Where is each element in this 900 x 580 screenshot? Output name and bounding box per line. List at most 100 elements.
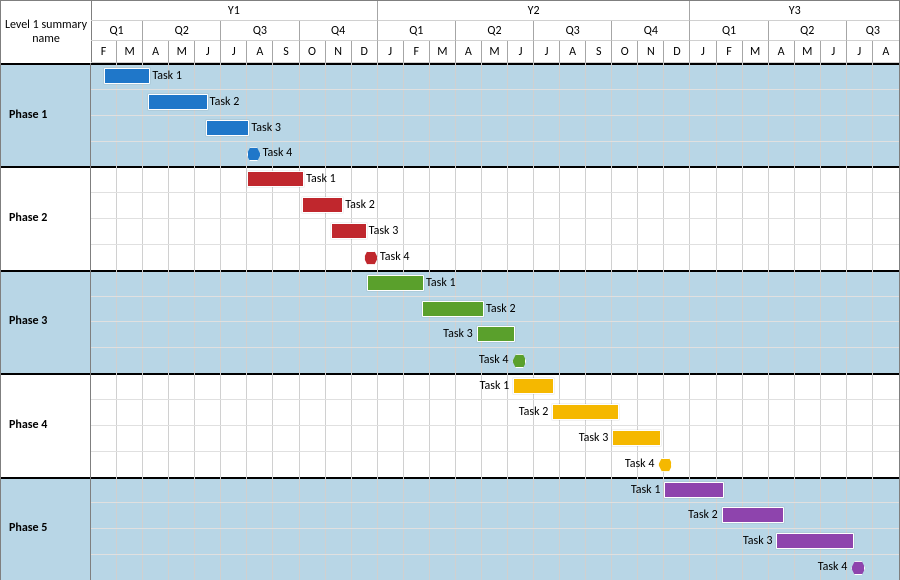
month-cell: J: [821, 41, 847, 63]
task-row: Task 4: [91, 347, 899, 373]
task-bar: [422, 301, 484, 317]
year-cell: Y3: [690, 1, 899, 21]
task-label: Task 3: [251, 121, 281, 135]
task-row: Task 2: [91, 399, 899, 425]
task-label: Task 3: [369, 224, 399, 238]
task-label: Task 2: [519, 405, 549, 419]
year-cell: Y2: [378, 1, 691, 21]
month-cell: M: [482, 41, 508, 63]
task-bar: [206, 120, 250, 136]
phase-label: Phase 3: [1, 270, 91, 373]
month-cell: A: [143, 41, 169, 63]
month-cell: J: [378, 41, 404, 63]
month-cell: S: [586, 41, 612, 63]
month-cell: N: [638, 41, 664, 63]
month-cell: D: [664, 41, 690, 63]
month-cell: M: [743, 41, 769, 63]
task-row: Task 1: [91, 166, 899, 192]
month-cell: J: [508, 41, 534, 63]
phase-row: Phase 1Task 1Task 2Task 3Task 4: [1, 63, 899, 166]
phase-strip: Task 1Task 2Task 3Task 4: [91, 63, 899, 166]
quarter-cell: Q3: [847, 21, 899, 41]
task-row: Task 1: [91, 63, 899, 89]
timeline-header: Y1Y2Y3 Q1Q2Q3Q4Q1Q2Q3Q4Q1Q2Q3 FMAMJJASON…: [91, 1, 899, 64]
quarter-cell: Q3: [221, 21, 299, 41]
quarter-cell: Q4: [300, 21, 378, 41]
task-label: Task 4: [625, 457, 655, 471]
task-row: Task 1: [91, 477, 899, 503]
quarter-cell: Q4: [612, 21, 690, 41]
task-row: Task 3: [91, 115, 899, 141]
phase-row: Phase 3 Task 1 Task 2 Task 3 Task 4: [1, 270, 899, 373]
phase-strip: Task 1 Task 2 Task 3 Task 4: [91, 270, 899, 373]
task-bar: [612, 430, 661, 446]
task-bar: [367, 275, 424, 291]
month-cell: A: [456, 41, 482, 63]
task-bar: [148, 94, 207, 110]
task-bar: [331, 223, 367, 239]
month-cell: A: [873, 41, 899, 63]
task-label: Task 3: [443, 327, 473, 341]
month-cell: J: [195, 41, 221, 63]
phase-label: Phase 2: [1, 166, 91, 269]
month-cell: A: [560, 41, 586, 63]
task-label: Task 4: [479, 353, 509, 367]
month-cell: J: [847, 41, 873, 63]
task-row: Task 2: [91, 192, 899, 218]
task-row: Task 4: [91, 451, 899, 477]
phase-row: Phase 5Task 1Task 2Task 3Task 4: [1, 477, 899, 580]
task-label: Task 4: [380, 250, 410, 264]
task-bar: [247, 171, 304, 187]
phase-strip: Task 1Task 2Task 3Task 4: [91, 373, 899, 476]
task-label: Task 1: [426, 276, 456, 290]
month-cell: D: [352, 41, 378, 63]
task-bar: [513, 378, 554, 394]
task-label: Task 2: [210, 95, 240, 109]
phase-row: Phase 4Task 1Task 2Task 3Task 4: [1, 373, 899, 476]
task-label: Task 2: [688, 508, 718, 522]
task-bar: [664, 482, 723, 498]
quarter-cell: Q1: [690, 21, 768, 41]
task-bar: [552, 404, 619, 420]
task-row: Task 2: [91, 502, 899, 528]
milestone-icon: [512, 354, 526, 368]
month-cell: M: [117, 41, 143, 63]
milestone-icon: [247, 147, 261, 161]
quarter-cell: Q1: [91, 21, 143, 41]
month-cell: M: [795, 41, 821, 63]
month-cell: O: [300, 41, 326, 63]
month-cell: F: [91, 41, 117, 63]
task-row: Task 3: [91, 425, 899, 451]
quarter-cell: Q3: [534, 21, 612, 41]
task-label: Task 1: [152, 69, 182, 83]
task-label: Task 2: [345, 198, 375, 212]
task-label: Task 3: [579, 431, 609, 445]
month-cell: M: [430, 41, 456, 63]
phase-strip: Task 1Task 2Task 3Task 4: [91, 477, 899, 580]
quarter-cell: Q2: [769, 21, 847, 41]
task-label: Task 1: [631, 483, 661, 497]
task-row: Task 2: [91, 89, 899, 115]
header-years: Y1Y2Y3: [91, 1, 899, 21]
task-label: Task 2: [486, 302, 516, 316]
task-row: Task 4: [91, 554, 899, 580]
year-cell: Y1: [91, 1, 378, 21]
month-cell: J: [534, 41, 560, 63]
quarter-cell: Q1: [378, 21, 456, 41]
quarter-cell: Q2: [143, 21, 221, 41]
task-bar: [477, 326, 515, 342]
phase-label: Phase 5: [1, 477, 91, 580]
month-cell: O: [612, 41, 638, 63]
month-cell: J: [690, 41, 716, 63]
task-row: Task 1: [91, 270, 899, 296]
gantt-chart: Level 1 summary name Y1Y2Y3 Q1Q2Q3Q4Q1Q2…: [0, 0, 900, 580]
phase-row: Phase 2Task 1 Task 2 Task 3 Task 4: [1, 166, 899, 269]
header-quarters: Q1Q2Q3Q4Q1Q2Q3Q4Q1Q2Q3: [91, 21, 899, 41]
header-corner: Level 1 summary name: [1, 1, 92, 64]
header-months: FMAMJJASONDJFMAMJJASONDJFMAMJJA: [91, 41, 899, 63]
task-bar: [302, 197, 343, 213]
task-bar: [722, 507, 784, 523]
phase-strip: Task 1 Task 2 Task 3 Task 4: [91, 166, 899, 269]
task-row: Task 2: [91, 296, 899, 322]
quarter-cell: Q2: [456, 21, 534, 41]
